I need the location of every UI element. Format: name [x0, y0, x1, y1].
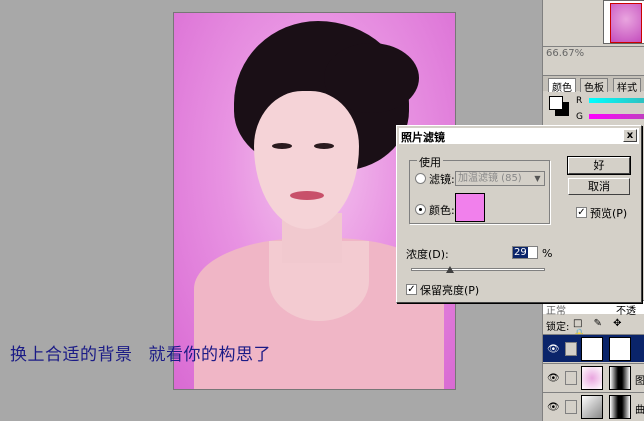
channel-g-slider[interactable] — [589, 114, 644, 119]
filter-label: 滤镜: — [429, 173, 455, 186]
density-label: 浓度(D): — [406, 248, 449, 261]
dialog-title: 照片滤镜 — [401, 131, 445, 144]
preserve-luminosity-checkbox[interactable]: ✓ — [406, 284, 417, 295]
opacity-label: 不透 — [616, 306, 636, 317]
layer-thumbnail — [581, 366, 603, 390]
foreground-color-swatch[interactable] — [549, 96, 563, 110]
layer-name: 曲 — [635, 405, 644, 416]
navigator-zoom-value[interactable]: 66.67% — [546, 48, 584, 59]
caption: 换上合适的背景 就看你的构思了 — [10, 340, 271, 365]
layer-row[interactable]: 👁 图 — [543, 363, 644, 391]
filter-select[interactable]: 加温滤镜 (85) ▼ — [455, 171, 545, 186]
photo-eye-right — [314, 143, 334, 149]
filter-color-swatch[interactable] — [455, 193, 485, 222]
chevron-down-icon: ▼ — [534, 174, 541, 183]
eye-icon[interactable]: 👁 — [547, 344, 560, 355]
close-button[interactable]: x — [623, 129, 637, 142]
ok-button[interactable]: 好 — [567, 156, 631, 175]
layer-thumbnail — [581, 395, 603, 419]
density-value: 29 — [513, 247, 528, 258]
layer-mask-thumbnail — [609, 395, 631, 419]
color-radio[interactable] — [415, 204, 426, 215]
layer-link-icon[interactable] — [565, 400, 577, 414]
color-label: 颜色: — [429, 204, 455, 217]
channel-r-slider[interactable] — [589, 98, 644, 103]
layer-name: 图 — [635, 376, 644, 387]
caption-part2: 就看你的构思了 — [148, 345, 271, 365]
layer-row[interactable]: 👁 — [543, 334, 644, 362]
preserve-luminosity-label: 保留亮度(P) — [420, 284, 480, 297]
density-slider-thumb[interactable] — [445, 266, 454, 273]
filter-select-value: 加温滤镜 (85) — [458, 173, 522, 184]
navigator-thumbnail[interactable] — [603, 0, 644, 44]
photo-face — [254, 91, 359, 229]
layers-lock-row: 锁定: □ ✎ ✥ 🔒 — [543, 316, 644, 340]
photo-lips — [290, 191, 324, 200]
channel-g-label: G — [576, 112, 583, 122]
tab-swatches[interactable]: 色板 — [580, 78, 608, 94]
density-unit: % — [542, 247, 553, 260]
eye-icon[interactable]: 👁 — [547, 402, 560, 413]
close-icon: x — [626, 130, 634, 141]
color-panel-tabs: 颜色 色板 样式 — [543, 75, 644, 94]
cancel-button[interactable]: 取消 — [568, 178, 630, 195]
preview-label: 预览(P) — [590, 207, 628, 220]
layer-mask-thumbnail — [609, 366, 631, 390]
tab-color[interactable]: 颜色 — [548, 78, 576, 94]
layer-thumbnail — [581, 337, 603, 361]
channel-r-label: R — [576, 96, 583, 106]
tab-styles[interactable]: 样式 — [613, 78, 641, 94]
eye-icon[interactable]: 👁 — [547, 373, 560, 384]
layer-link-icon[interactable] — [565, 371, 577, 385]
use-group-label: 使用 — [417, 154, 443, 170]
layer-row[interactable]: 👁 曲 — [543, 392, 644, 420]
dialog-titlebar[interactable]: 照片滤镜 x — [399, 128, 639, 144]
caption-part1: 换上合适的背景 — [10, 345, 133, 365]
navigator-zoom-row: 66.67% — [543, 46, 644, 60]
blend-mode-select[interactable]: 正常 — [546, 302, 566, 317]
lock-label: 锁定: — [546, 322, 570, 333]
density-slider-track[interactable] — [411, 268, 545, 271]
layer-mask-thumbnail — [609, 337, 631, 361]
density-input[interactable]: 29 — [512, 246, 538, 259]
photo-filter-dialog: 照片滤镜 x 使用 滤镜: 加温滤镜 (85) ▼ 颜色: 好 取消 ✓ 预览(… — [396, 125, 642, 303]
filter-radio[interactable] — [415, 173, 426, 184]
layer-link-icon[interactable] — [565, 342, 577, 356]
photo-eye-left — [272, 143, 292, 149]
preview-checkbox[interactable]: ✓ — [576, 207, 587, 218]
